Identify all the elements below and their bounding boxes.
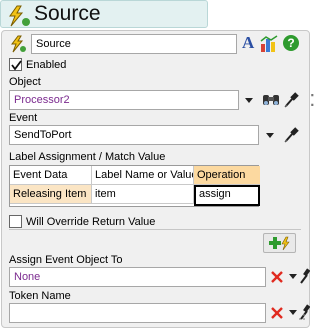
object-input[interactable]: Processor2 bbox=[9, 90, 239, 110]
token-name-input[interactable] bbox=[9, 303, 266, 323]
add-assignment-button[interactable] bbox=[263, 233, 296, 253]
eyedropper-icon[interactable] bbox=[300, 267, 311, 288]
name-input[interactable]: Source bbox=[31, 34, 237, 54]
event-dropdown-arrow[interactable] bbox=[266, 133, 274, 138]
lightning-icon bbox=[9, 35, 27, 56]
table-cell-event-data[interactable]: Releasing Item bbox=[10, 185, 92, 204]
eyedropper-icon[interactable] bbox=[283, 91, 299, 112]
column-header-label: Label Name or Value bbox=[92, 166, 194, 185]
column-header-operation: Operation bbox=[194, 166, 260, 185]
divider bbox=[9, 229, 301, 230]
enabled-checkbox[interactable] bbox=[9, 58, 22, 71]
font-icon[interactable]: A bbox=[242, 33, 254, 53]
token-name-dropdown-arrow[interactable] bbox=[289, 310, 297, 315]
override-checkbox[interactable] bbox=[9, 215, 22, 228]
table-cell-label[interactable]: item bbox=[92, 185, 194, 204]
svg-text:?: ? bbox=[287, 36, 294, 50]
add-lightning-icon bbox=[268, 236, 292, 254]
properties-panel: Source A ? Enabled Object Processor2 Eve… bbox=[1, 30, 311, 328]
assign-object-input[interactable]: None bbox=[9, 267, 266, 287]
column-header-event-data: Event Data bbox=[10, 166, 92, 185]
header-title: Source bbox=[34, 2, 101, 25]
event-input[interactable]: SendToPort bbox=[9, 125, 259, 145]
assignment-label: Label Assignment / Match Value bbox=[9, 151, 166, 163]
assignment-table: Event Data Label Name or Value Operation… bbox=[9, 165, 260, 207]
event-label: Event bbox=[9, 112, 38, 124]
table-cell-operation[interactable]: assign bbox=[194, 185, 260, 206]
chart-icon[interactable] bbox=[260, 35, 278, 56]
activity-header: Source bbox=[0, 0, 208, 28]
object-dropdown-arrow[interactable] bbox=[245, 98, 253, 103]
object-label: Object bbox=[9, 76, 41, 88]
assign-object-dropdown-arrow[interactable] bbox=[289, 274, 297, 279]
source-lightning-icon bbox=[6, 5, 32, 30]
assign-object-label: Assign Event Object To bbox=[9, 254, 123, 266]
help-icon[interactable]: ? bbox=[282, 34, 300, 55]
resize-grip-icon[interactable] bbox=[298, 312, 306, 324]
clear-icon[interactable] bbox=[270, 270, 284, 287]
binoculars-icon[interactable] bbox=[262, 93, 280, 110]
enabled-label: Enabled bbox=[26, 59, 67, 71]
override-label: Will Override Return Value bbox=[26, 216, 156, 228]
token-name-label: Token Name bbox=[9, 290, 71, 302]
eyedropper-icon[interactable] bbox=[283, 126, 299, 147]
clear-icon[interactable] bbox=[270, 306, 284, 323]
